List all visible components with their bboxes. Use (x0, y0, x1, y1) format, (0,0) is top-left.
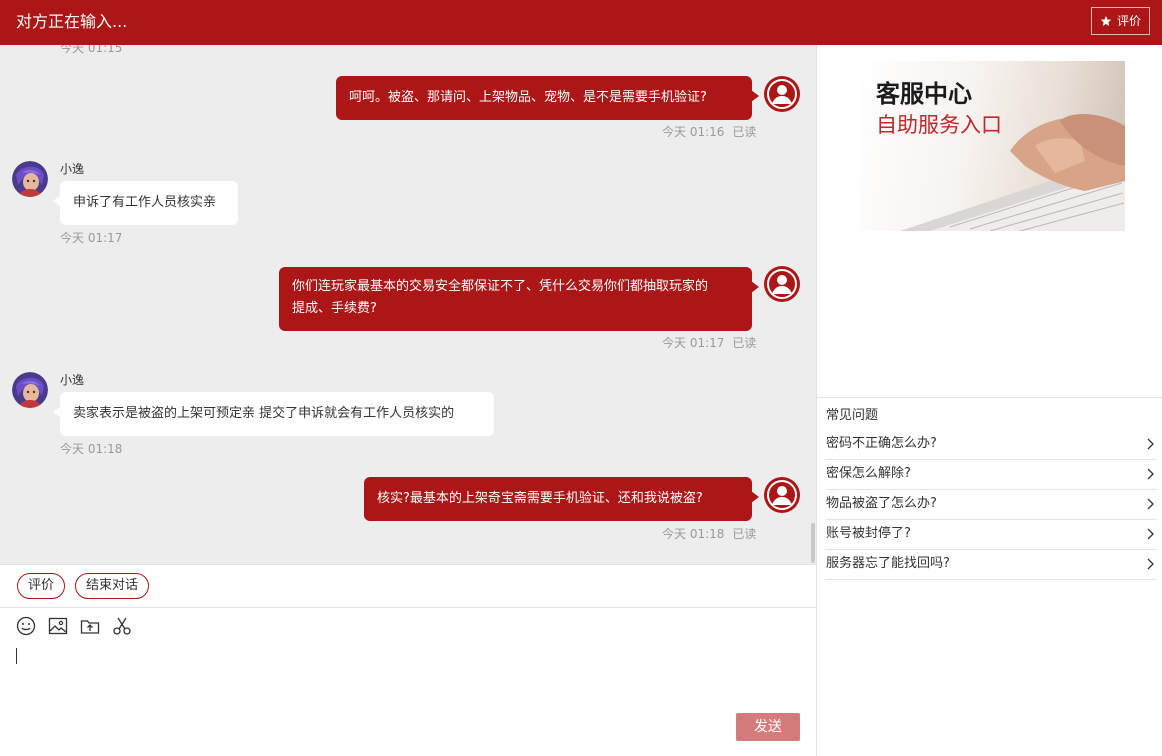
message-text-line: 提成、手续费? (292, 301, 377, 316)
user-avatar-icon (765, 478, 799, 512)
user-avatar-icon (765, 267, 799, 301)
agent-avatar (12, 161, 48, 197)
message-time: 今天 01:15 (60, 45, 123, 55)
conversation-actions: 评价 结束对话 (0, 564, 816, 608)
upload-file-icon[interactable] (80, 616, 100, 636)
typing-status-title: 对方正在输入... (16, 12, 128, 31)
agent-name: 小逸 (60, 373, 85, 387)
screenshot-scissors-icon[interactable] (112, 616, 132, 636)
rate-button[interactable]: 评价 (17, 573, 66, 599)
outgoing-message: 呵呵。被盗、那请问、上架物品、宠物、是不是需要手机验证? (336, 76, 759, 120)
message-composer[interactable]: 发送 (0, 608, 816, 756)
outgoing-message: 核实?最基本的上架奇宝斋需要手机验证、还和我说被盗? (364, 477, 759, 521)
read-status: 已读 (732, 527, 757, 541)
user-avatar-icon (765, 77, 799, 111)
message-time: 今天 01:18 (60, 442, 123, 456)
header-bar: 对方正在输入... 评价 (0, 0, 1162, 45)
star-icon (1100, 16, 1112, 26)
message-time: 今天 01:17 (60, 231, 123, 245)
faq-item[interactable]: 密保怎么解除? (826, 460, 1157, 490)
message-text: 申诉了有工作人员核实亲 (73, 195, 217, 210)
faq-item-label: 密码不正确怎么办? (826, 436, 937, 451)
chat-scrollbar[interactable] (811, 523, 815, 563)
header-rate-button[interactable]: 评价 (1090, 7, 1150, 35)
banner-subtitle: 自助服务入口 (876, 113, 1002, 137)
incoming-message: 卖家表示是被盗的上架可预定亲 提交了申诉就会有工作人员核实的 (53, 392, 494, 436)
message-text: 卖家表示是被盗的上架可预定亲 提交了申诉就会有工作人员核实的 (73, 406, 455, 421)
header-rate-label: 评价 (1116, 14, 1141, 28)
agent-avatar (12, 372, 48, 408)
chevron-right-icon (1147, 438, 1154, 450)
emoji-icon[interactable] (16, 616, 36, 636)
chat-history[interactable]: 今天 01:15 呵呵。被盗、那请问、上架物品、宠物、是不是需要手机验证? 今天… (0, 45, 816, 564)
sidebar-divider (817, 397, 1162, 398)
faq-title: 常见问题 (826, 408, 879, 423)
message-meta: 今天 01:17 已读 (662, 336, 756, 350)
banner-title: 客服中心 (876, 80, 972, 108)
chevron-right-icon (1147, 558, 1154, 570)
faq-item[interactable]: 服务器忘了能找回吗? (826, 550, 1157, 580)
message-text: 呵呵。被盗、那请问、上架物品、宠物、是不是需要手机验证? (349, 90, 707, 105)
faq-item-label: 密保怎么解除? (826, 466, 911, 481)
agent-avatar-image (12, 161, 48, 197)
help-sidebar: 客服中心 自助服务入口 常见问题 密码不正确怎么办? 密保怎么解除? 物品被盗了… (816, 45, 1162, 756)
user-avatar (764, 477, 800, 513)
agent-name: 小逸 (60, 162, 85, 176)
message-text-line: 你们连玩家最基本的交易安全都保证不了、凭什么交易你们都抽取玩家的 (292, 279, 709, 294)
agent-avatar-image (12, 372, 48, 408)
user-avatar (764, 76, 800, 112)
text-cursor (16, 648, 17, 664)
user-avatar (764, 266, 800, 302)
chevron-right-icon (1147, 498, 1154, 510)
faq-item-label: 账号被封停了? (826, 526, 911, 541)
message-meta: 今天 01:16 已读 (662, 125, 756, 139)
message-time: 今天 01:18 (662, 527, 725, 541)
incoming-message: 申诉了有工作人员核实亲 (53, 181, 238, 225)
faq-item[interactable]: 密码不正确怎么办? (826, 430, 1157, 460)
read-status: 已读 (732, 336, 757, 350)
faq-item-label: 物品被盗了怎么办? (826, 496, 937, 511)
chevron-right-icon (1147, 468, 1154, 480)
faq-item-label: 服务器忘了能找回吗? (826, 556, 950, 571)
image-icon[interactable] (48, 616, 68, 636)
message-time: 今天 01:16 (662, 125, 725, 139)
message-meta: 今天 01:18 已读 (662, 527, 756, 541)
service-center-banner[interactable]: 客服中心 自助服务入口 (860, 61, 1125, 231)
outgoing-message: 你们连玩家最基本的交易安全都保证不了、凭什么交易你们都抽取玩家的 提成、手续费? (279, 267, 759, 331)
end-conversation-button[interactable]: 结束对话 (75, 573, 150, 599)
chevron-right-icon (1147, 528, 1154, 540)
message-text: 核实?最基本的上架奇宝斋需要手机验证、还和我说被盗? (377, 491, 703, 506)
faq-item[interactable]: 物品被盗了怎么办? (826, 490, 1157, 520)
message-time: 今天 01:17 (662, 336, 725, 350)
send-button[interactable]: 发送 (736, 713, 800, 741)
faq-item[interactable]: 账号被封停了? (826, 520, 1157, 550)
read-status: 已读 (732, 125, 757, 139)
